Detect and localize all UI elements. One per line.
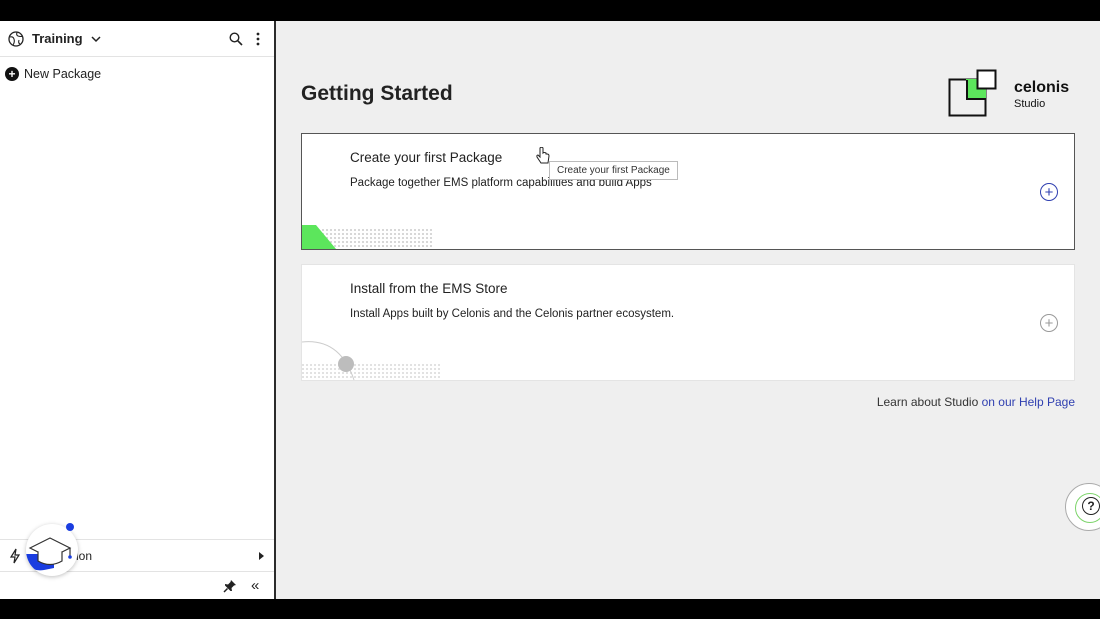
celonis-studio-logo: celonis Studio (948, 69, 1076, 119)
hand-cursor-icon (536, 147, 550, 164)
celonis-logo-icon (948, 69, 997, 117)
double-chevron-left-icon[interactable]: « (251, 577, 259, 594)
pin-icon[interactable] (223, 579, 237, 593)
chevron-right-icon (259, 551, 264, 560)
sidebar-header: Training (0, 21, 274, 57)
search-icon (229, 31, 243, 46)
app-window: Training + New Package ion « Getting Sta… (0, 21, 1100, 599)
tooltip: Create your first Package (549, 161, 678, 180)
logo-name: celonis (1014, 79, 1070, 96)
search-button[interactable] (228, 31, 244, 47)
new-package-label: New Package (24, 67, 102, 81)
create-package-card[interactable]: Create your first Package Package togeth… (301, 133, 1075, 250)
help-link-row: Learn about Studio on our Help Page (877, 395, 1075, 409)
more-vertical-icon (256, 32, 260, 45)
help-button[interactable]: ? (1065, 483, 1100, 531)
card-decoration (302, 225, 434, 249)
ems-store-card[interactable]: Install from the EMS Store Install Apps … (301, 264, 1075, 381)
plus-circle-icon[interactable]: + (1040, 314, 1058, 332)
graduation-cap-icon (26, 537, 72, 571)
sidebar: Training + New Package ion « (0, 21, 276, 599)
more-options-button[interactable] (250, 31, 266, 47)
card-title: Create your first Package (350, 150, 503, 165)
card-decoration (302, 341, 442, 380)
plus-circle-icon[interactable]: + (1040, 183, 1058, 201)
card-title: Install from the EMS Store (350, 281, 508, 296)
help-icon: ? (1082, 497, 1100, 515)
page-title: Getting Started (301, 82, 453, 105)
logo-sub: Studio (1014, 98, 1046, 110)
tutorial-button[interactable] (26, 524, 78, 576)
sidebar-footer: « (0, 573, 274, 599)
new-package-button[interactable]: + New Package (5, 67, 101, 81)
plus-circle-icon: + (5, 67, 19, 81)
notification-dot (66, 523, 74, 531)
help-page-link[interactable]: on our Help Page (982, 395, 1075, 409)
learn-text: Learn about Studio (876, 395, 979, 409)
workspace-name[interactable]: Training (32, 31, 83, 46)
globe-icon (8, 30, 24, 47)
card-description: Install Apps built by Celonis and the Ce… (350, 308, 675, 320)
bolt-icon (9, 548, 21, 563)
sidebar-bottom-item-label: ion (76, 548, 93, 563)
chevron-down-icon[interactable] (91, 34, 101, 44)
